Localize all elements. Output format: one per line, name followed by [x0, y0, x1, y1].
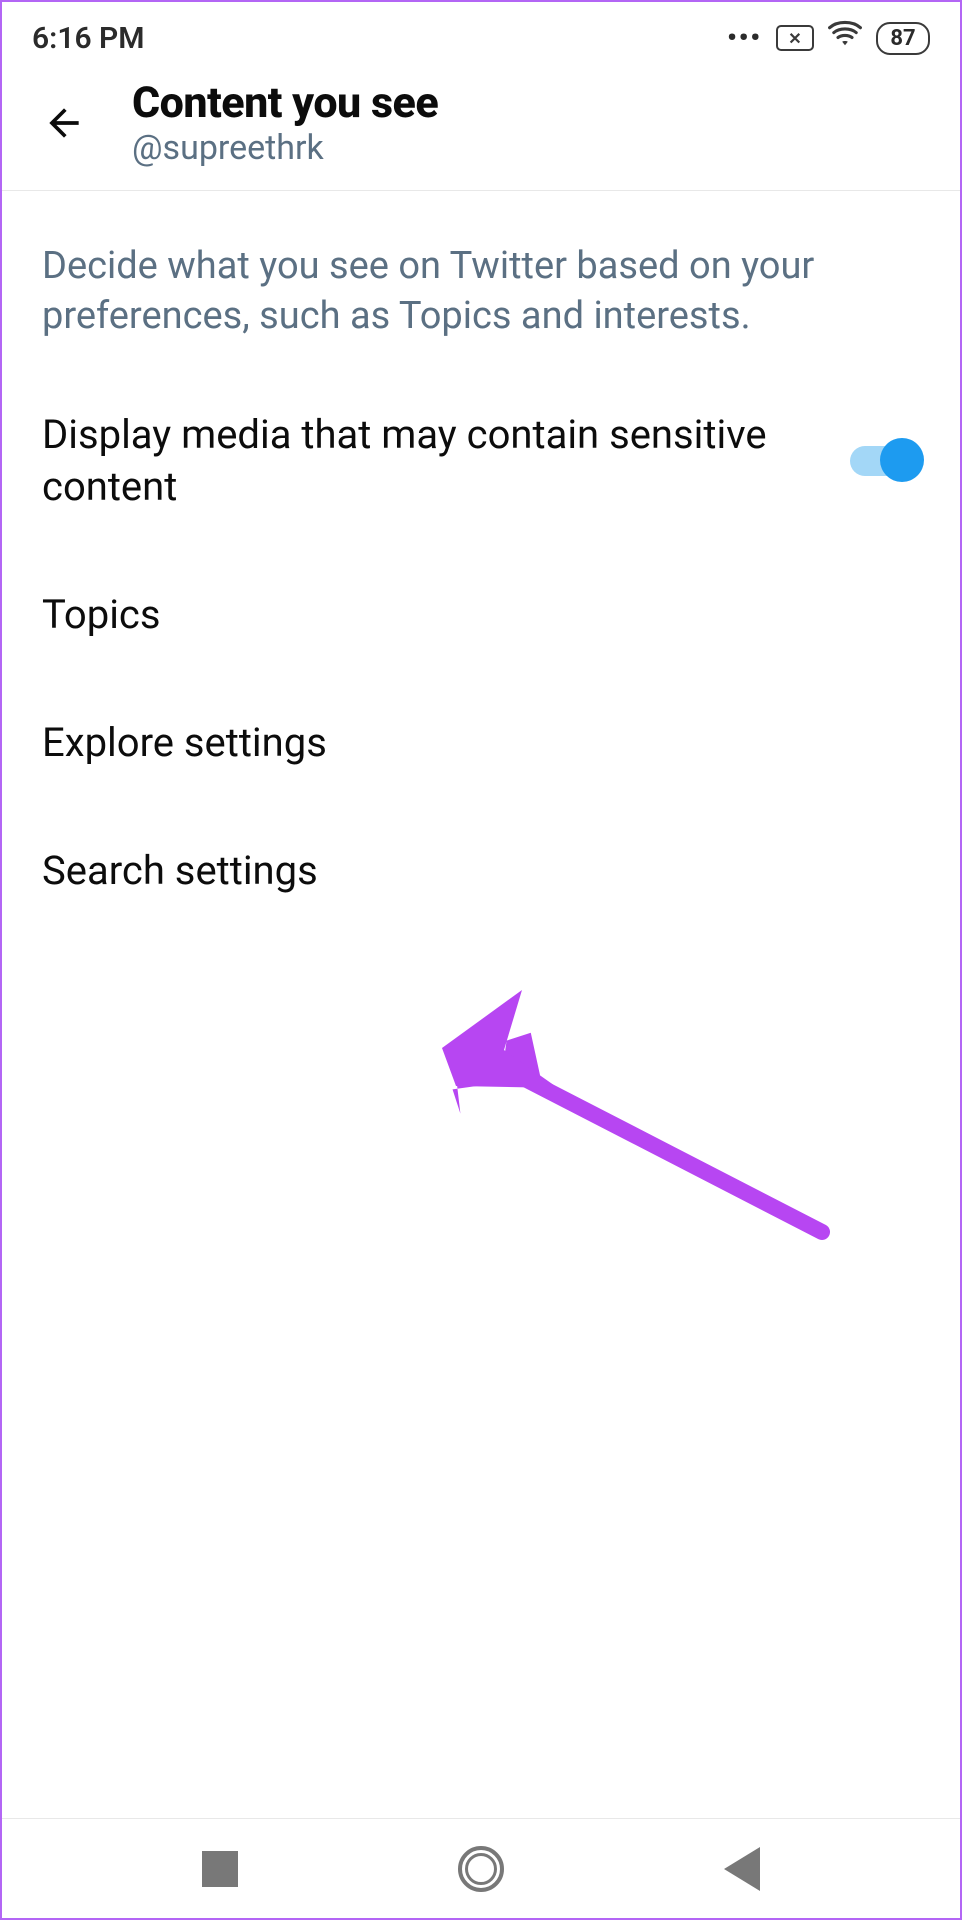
settings-list: Display media that may contain sensitive… [2, 371, 960, 935]
toggle-sensitive-content[interactable] [850, 446, 920, 476]
header-text: Content you see @supreethrk [132, 78, 438, 168]
nav-recent-button[interactable] [202, 1851, 238, 1887]
setting-search-settings[interactable]: Search settings [2, 807, 960, 935]
back-button[interactable] [32, 101, 102, 145]
more-dots-icon: ••• [727, 23, 762, 53]
setting-label: Search settings [42, 845, 920, 897]
toggle-knob [880, 438, 924, 482]
nav-back-button[interactable] [724, 1847, 760, 1891]
arrow-left-icon [42, 101, 86, 145]
nav-home-button[interactable] [458, 1846, 504, 1892]
setting-label: Display media that may contain sensitive… [42, 409, 832, 513]
annotation-arrow [452, 1032, 872, 1316]
setting-sensitive-content[interactable]: Display media that may contain sensitive… [2, 371, 960, 551]
setting-label: Explore settings [42, 717, 920, 769]
setting-topics[interactable]: Topics [2, 551, 960, 679]
status-bar: 6:16 PM ••• ✕ 87 [2, 2, 960, 66]
page-description: Decide what you see on Twitter based on … [2, 191, 960, 371]
android-nav-bar [2, 1818, 960, 1918]
battery-level: 87 [876, 22, 930, 55]
page-header: Content you see @supreethrk [2, 66, 960, 191]
setting-label: Topics [42, 589, 920, 641]
status-time: 6:16 PM [32, 21, 145, 56]
status-right: ••• ✕ 87 [727, 20, 930, 56]
setting-explore-settings[interactable]: Explore settings [2, 679, 960, 807]
wifi-icon [828, 20, 862, 56]
page-title: Content you see [132, 78, 438, 128]
page-subtitle: @supreethrk [132, 128, 438, 168]
sim-x-icon: ✕ [776, 25, 814, 51]
